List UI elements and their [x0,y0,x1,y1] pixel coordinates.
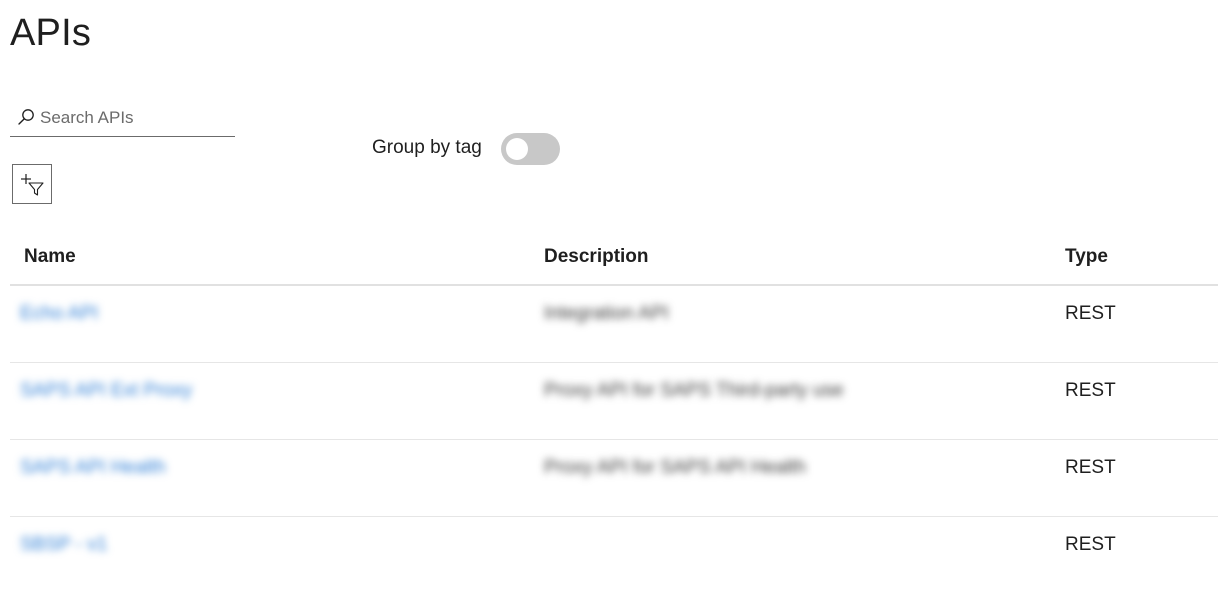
table-row: SAPS API Ext Proxy Proxy API for SAPS Th… [10,363,1218,440]
column-header-name[interactable]: Name [24,246,76,268]
group-by-tag-label: Group by tag [372,137,482,158]
api-type: REST [1065,380,1116,401]
api-name-link[interactable]: SBSP - v1 [20,534,107,556]
api-name-link[interactable]: Echo API [20,303,98,325]
api-description: Proxy API for SAPS Third-party use [544,380,844,401]
group-by-tag-toggle[interactable] [501,133,560,165]
search-input[interactable] [40,106,230,130]
add-filter-icon [21,174,44,196]
page-title: APIs [10,12,92,54]
apis-page: APIs Group by tag Name Description Type … [0,0,1218,601]
column-header-type[interactable]: Type [1065,246,1108,268]
api-type: REST [1065,303,1116,324]
column-header-description[interactable]: Description [544,246,649,268]
table-row: SBSP - v1 REST [10,517,1218,594]
table-row: SAPS API Health Proxy API for SAPS API H… [10,440,1218,517]
api-type: REST [1065,457,1116,478]
api-name-link[interactable]: SAPS API Health [20,457,166,479]
table-row: Echo API Integration API REST [10,286,1218,363]
api-name-link[interactable]: SAPS API Ext Proxy [20,380,192,402]
table-header: Name Description Type [10,230,1218,286]
apis-table: Name Description Type Echo API Integrati… [10,230,1218,594]
add-filter-button[interactable] [12,164,52,204]
search-icon [18,109,34,125]
api-description: Integration API [544,303,669,324]
api-description: Proxy API for SAPS API Health [544,457,806,478]
toggle-knob [506,138,528,160]
search-box[interactable] [10,100,235,137]
api-type: REST [1065,534,1116,555]
